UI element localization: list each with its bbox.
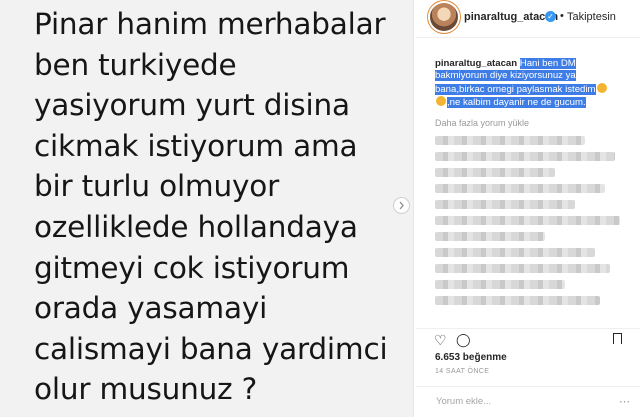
sad-face-emoji-icon (596, 82, 607, 93)
caption-text: bana,birkac ornegi paylasmak istedim (435, 83, 596, 95)
sad-face-emoji-icon (436, 96, 446, 107)
avatar[interactable] (430, 3, 458, 31)
verified-badge-icon: ✓ (545, 11, 556, 22)
image-message: Pinar hanim merhabalar ben turkiyede yas… (34, 4, 404, 410)
header-username[interactable]: pinaraltug_atacan (464, 11, 558, 23)
separator-dot: • (560, 10, 564, 22)
image-text-line: bir turlu olmuyor (34, 169, 280, 204)
post-side-panel: pinaraltug_atacan ✓ • Takiptesin pinaral… (416, 0, 640, 417)
image-text-line: Pinar hanim merhabalar (34, 7, 386, 41)
caption-text: bakmiyorum diye kiziyorsunuz ya (435, 70, 576, 82)
post-caption: pinaraltug_atacan Hani ben DM bakmiyorum… (435, 58, 625, 110)
comment-box: ⋯ (416, 386, 640, 417)
comment-icon[interactable]: ◯ (456, 332, 471, 348)
caption-text: Hani ben DM (519, 58, 576, 69)
image-text-line: gitmeyi cok istiyorum (34, 250, 350, 285)
blurred-comments (435, 136, 631, 326)
load-more-comments-link[interactable]: Daha fazla yorum yükle (435, 118, 529, 128)
caption-username[interactable]: pinaraltug_atacan (435, 58, 517, 69)
post-image: Pinar hanim merhabalar ben turkiyede yas… (0, 0, 414, 417)
post-timestamp: 14 SAAT ÖNCE (435, 368, 490, 375)
image-text-line: ben turkiyede (34, 47, 237, 82)
image-text-line: ozelliklede hollandaya (34, 209, 358, 244)
heart-icon[interactable]: ♡ (434, 332, 447, 349)
image-text-line: orada yasamayi (34, 291, 268, 326)
following-button[interactable]: Takiptesin (567, 11, 616, 23)
more-options-icon[interactable]: ⋯ (619, 395, 630, 408)
image-text-line: olur musunuz ? (34, 372, 258, 407)
bookmark-icon[interactable] (613, 333, 622, 344)
likes-count[interactable]: 6.653 beğenme (435, 352, 507, 363)
image-text-line: yasiyorum yurt disina (34, 88, 350, 123)
comment-input[interactable] (434, 395, 618, 408)
post-header: pinaraltug_atacan ✓ • Takiptesin (416, 0, 640, 38)
image-text-line: calismayi bana yardimci (34, 331, 388, 366)
caption-text: ,ne kalbim dayanir ne de gucum. (447, 97, 586, 109)
image-text-line: cikmak istiyorum ama (34, 128, 358, 163)
chevron-right-icon (399, 201, 404, 210)
next-arrow-button[interactable] (393, 197, 410, 214)
post-actions: ♡ ◯ (416, 328, 640, 349)
